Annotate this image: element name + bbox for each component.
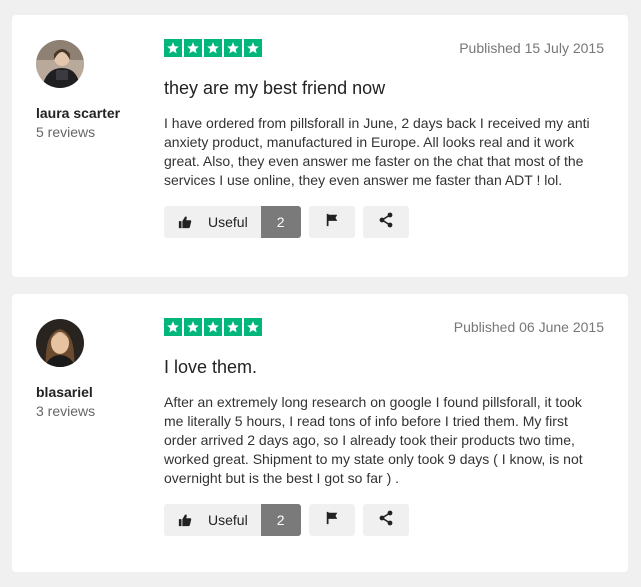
star-icon xyxy=(244,39,262,57)
review-actions: Useful 2 xyxy=(164,206,409,238)
share-icon xyxy=(378,212,394,233)
review-count: 5 reviews xyxy=(36,124,96,140)
review-body: After an extremely long research on goog… xyxy=(164,394,583,486)
reviewer-name[interactable]: blasariel xyxy=(36,384,93,400)
star-icon xyxy=(204,39,222,57)
review-actions: Useful 2 xyxy=(164,504,409,536)
thumbs-up-icon xyxy=(178,513,192,527)
avatar[interactable] xyxy=(36,40,84,88)
star-icon xyxy=(184,39,202,57)
star-icon xyxy=(224,318,242,336)
review-body: I have ordered from pillsforall in June,… xyxy=(164,115,590,188)
share-icon xyxy=(378,510,394,531)
useful-count: 2 xyxy=(260,504,301,536)
reviewer-name[interactable]: laura scarter xyxy=(36,105,120,121)
star-icon xyxy=(244,318,262,336)
useful-button[interactable]: Useful xyxy=(164,206,261,238)
star-rating xyxy=(164,318,262,336)
useful-vote: Useful 2 xyxy=(164,504,301,536)
star-icon xyxy=(224,39,242,57)
star-icon xyxy=(184,318,202,336)
star-icon xyxy=(204,318,222,336)
review-count: 3 reviews xyxy=(36,403,96,419)
useful-label: Useful xyxy=(208,214,248,230)
flag-icon xyxy=(325,213,339,232)
review-title[interactable]: I love them. xyxy=(164,357,257,378)
published-date: Published 15 July 2015 xyxy=(459,40,604,56)
useful-label: Useful xyxy=(208,512,248,528)
star-icon xyxy=(164,318,182,336)
review-card: laura scarter 5 reviews Published 15 Jul… xyxy=(12,15,628,277)
report-button[interactable] xyxy=(308,206,355,238)
thumbs-up-icon xyxy=(178,215,192,229)
useful-button[interactable]: Useful xyxy=(164,504,261,536)
review-title[interactable]: they are my best friend now xyxy=(164,78,385,99)
share-button[interactable] xyxy=(362,504,409,536)
avatar[interactable] xyxy=(36,319,84,367)
star-icon xyxy=(164,39,182,57)
share-button[interactable] xyxy=(362,206,409,238)
flag-icon xyxy=(325,511,339,530)
useful-vote: Useful 2 xyxy=(164,206,301,238)
review-card: blasariel 3 reviews Published 06 June 20… xyxy=(12,294,628,572)
useful-count: 2 xyxy=(260,206,301,238)
report-button[interactable] xyxy=(308,504,355,536)
star-rating xyxy=(164,39,262,57)
published-date: Published 06 June 2015 xyxy=(453,319,604,335)
